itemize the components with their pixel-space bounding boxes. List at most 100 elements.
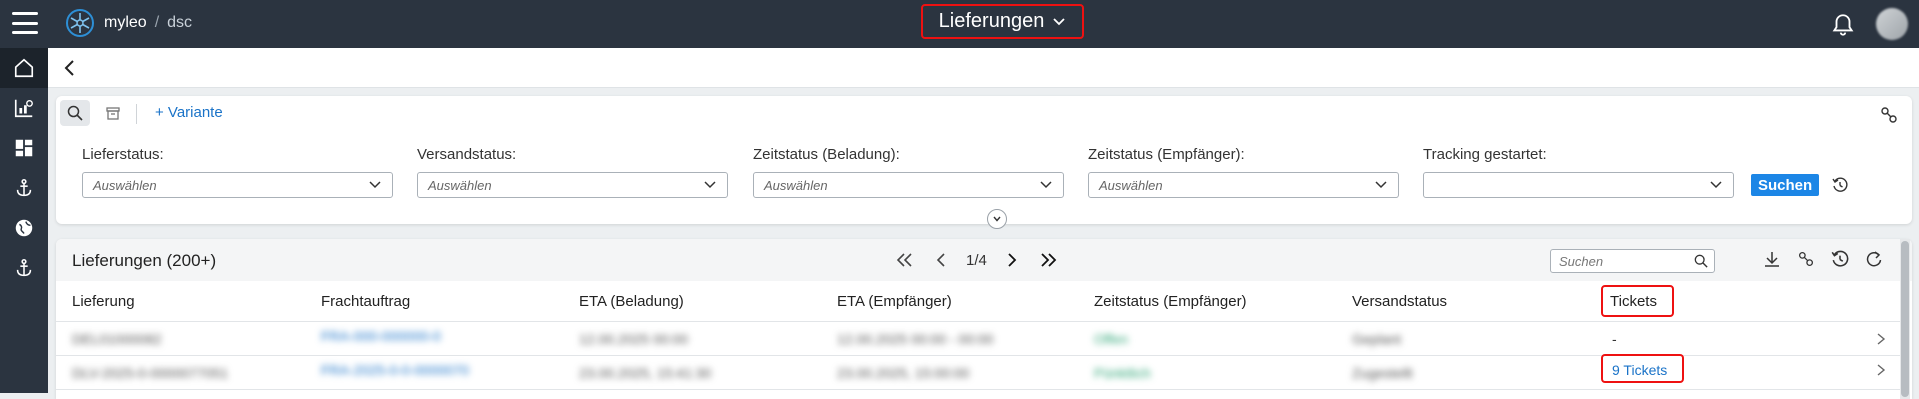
avatar[interactable] [1876, 8, 1908, 40]
sidebar-item-global[interactable] [0, 208, 48, 248]
list-search-input[interactable]: Suchen [1550, 249, 1715, 273]
scrollbar[interactable] [1900, 239, 1910, 399]
double-chevron-left-icon [896, 253, 912, 267]
sidebar-item-port[interactable] [0, 168, 48, 208]
chevron-down-icon [1375, 181, 1387, 189]
chevron-down-icon [1040, 181, 1052, 189]
app-logo[interactable]: myleo / dsc [64, 7, 192, 39]
filter-zeitstatus-empfaenger: Zeitstatus (Empfänger): Auswählen [1088, 146, 1399, 198]
next-page-button[interactable] [1001, 249, 1023, 271]
divider [56, 355, 1900, 356]
anchor-icon [16, 258, 32, 277]
filter-versandstatus: Versandstatus: Auswählen [417, 146, 728, 198]
table-cell: 23.00.2025, 15:00:00 [837, 365, 970, 381]
column-header-zeitstatus[interactable]: Zeitstatus (Empfänger) [1094, 293, 1247, 310]
table-cell: 12.00.2025 00:00 [579, 331, 688, 347]
select-placeholder: Auswählen [428, 177, 492, 193]
previous-page-button[interactable] [930, 249, 952, 271]
chevron-left-icon [936, 253, 945, 267]
archive-mode-button[interactable] [98, 100, 128, 126]
sidebar-item-dashboard[interactable] [0, 128, 48, 168]
chevron-right-icon[interactable] [1874, 332, 1888, 346]
table-cell: Pünktlich [1094, 365, 1151, 381]
table-cell: Geplant [1352, 331, 1402, 347]
settings-icon[interactable] [1878, 104, 1900, 126]
history-icon[interactable] [1830, 249, 1850, 269]
divider [56, 389, 1900, 390]
list-header: Lieferungen (200+) 1/4 Suchen [56, 239, 1912, 281]
chevron-down-icon [1053, 17, 1065, 25]
chevron-left-icon[interactable] [60, 58, 80, 78]
double-chevron-right-icon [1041, 253, 1057, 267]
filter-label: Lieferstatus: [82, 146, 164, 163]
brand-separator: / [154, 14, 160, 31]
last-page-button[interactable] [1037, 249, 1059, 271]
column-header-versandstatus[interactable]: Versandstatus [1352, 293, 1447, 310]
pagination: 1/4 [894, 249, 1059, 271]
search-button[interactable]: Suchen [1751, 174, 1820, 196]
lieferstatus-select[interactable]: Auswählen [82, 172, 393, 198]
page-switcher[interactable]: Lieferungen [921, 4, 1084, 39]
filter-label: Versandstatus: [417, 146, 517, 163]
sidebar-item-home[interactable] [0, 48, 48, 88]
expand-filters-toggle[interactable] [987, 209, 1007, 229]
toolbar-divider [136, 104, 137, 124]
hamburger-icon[interactable] [12, 12, 38, 34]
first-page-button[interactable] [894, 249, 916, 271]
table-cell: Offen [1094, 331, 1128, 347]
brand-name: myleo [104, 14, 147, 31]
list-toolbar [1762, 249, 1884, 269]
settings-icon[interactable] [1796, 249, 1816, 269]
top-bar: myleo / dsc Lieferungen [0, 0, 1919, 48]
download-icon[interactable] [1762, 249, 1782, 269]
sidebar-item-port-2[interactable] [0, 248, 48, 288]
list-title: Lieferungen (200+) [72, 251, 217, 270]
column-header-frachtauftrag[interactable]: Frachtauftrag [321, 293, 410, 310]
globe-icon [15, 219, 33, 237]
archive-icon [106, 107, 120, 120]
dashboard-icon [15, 139, 33, 157]
divider [56, 321, 1900, 322]
table-cell[interactable]: FRA-2025-0-0-0000070 [321, 362, 469, 378]
table-cell[interactable]: FRA-000-000000-0 [321, 328, 441, 344]
filter-tracking-gestartet: Tracking gestartet: [1423, 146, 1734, 198]
refresh-icon[interactable] [1864, 249, 1884, 269]
chevron-down-icon [369, 181, 381, 189]
reset-icon[interactable] [1831, 176, 1849, 194]
page-indicator: 1/4 [966, 251, 987, 269]
chevron-right-icon[interactable] [1874, 363, 1888, 377]
filter-label: Zeitstatus (Empfänger): [1088, 146, 1245, 163]
table-cell[interactable]: DEL01000082 [72, 331, 162, 347]
myleo-logo-icon [66, 9, 94, 37]
filter-bar: + Variante Lieferstatus: Auswählen Versa… [56, 96, 1912, 224]
table-cell: 12.00.2025 00:00 - 00:00 [837, 331, 994, 347]
chevron-down-icon [1710, 181, 1722, 189]
column-header-tickets[interactable]: Tickets [1610, 293, 1657, 310]
select-placeholder: Auswählen [1099, 177, 1163, 193]
column-header-eta-empfaenger[interactable]: ETA (Empfänger) [837, 293, 952, 310]
chart-icon [14, 99, 33, 118]
add-variant-button[interactable]: + Variante [155, 104, 223, 121]
scrollbar-thumb[interactable] [1901, 241, 1909, 397]
versandstatus-select[interactable]: Auswählen [417, 172, 728, 198]
deliveries-list: Lieferungen (200+) 1/4 Suchen Lieferung … [56, 239, 1912, 399]
sidebar-item-analytics[interactable] [0, 88, 48, 128]
column-header-eta-beladung[interactable]: ETA (Beladung) [579, 293, 684, 310]
tracking-gestartet-select[interactable] [1423, 172, 1734, 198]
select-placeholder: Auswählen [93, 177, 157, 193]
page-title: Lieferungen [938, 10, 1045, 32]
table-cell: Zugestellt [1352, 365, 1413, 381]
filter-label: Tracking gestartet: [1423, 146, 1547, 163]
zeitstatus-beladung-select[interactable]: Auswählen [753, 172, 1064, 198]
table-cell[interactable]: DLV-2025-0-0000077051 [72, 365, 228, 381]
tickets-link[interactable]: 9 Tickets [1612, 362, 1667, 378]
search-icon [67, 105, 83, 121]
table-cell: 23.00.2025, 15:41:30 [579, 365, 712, 381]
bell-icon[interactable] [1830, 12, 1856, 38]
column-header-lieferung[interactable]: Lieferung [72, 293, 135, 310]
zeitstatus-empfaenger-select[interactable]: Auswählen [1088, 172, 1399, 198]
search-mode-button[interactable] [60, 100, 90, 126]
chevron-down-icon [993, 216, 1001, 222]
chevron-right-icon [1008, 253, 1017, 267]
table-cell: - [1612, 331, 1617, 347]
